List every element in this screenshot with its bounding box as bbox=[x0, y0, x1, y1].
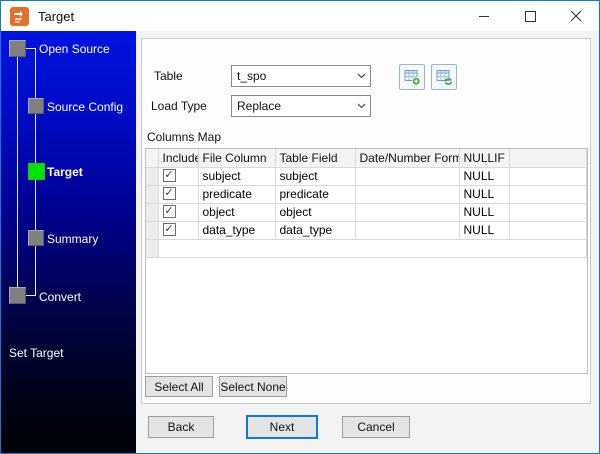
filler-cell bbox=[509, 167, 587, 186]
include-checkbox[interactable]: ✓ bbox=[162, 223, 176, 237]
format-cell[interactable] bbox=[355, 167, 460, 186]
row-selector[interactable] bbox=[146, 185, 159, 204]
file-column-cell[interactable]: subject bbox=[198, 167, 276, 186]
grid-row-data-type: ✓ data_type data_type NULL bbox=[146, 221, 587, 240]
app-icon bbox=[10, 6, 29, 26]
grid-row-new bbox=[146, 239, 587, 258]
close-icon bbox=[570, 10, 581, 21]
close-button[interactable] bbox=[553, 1, 599, 31]
header-include[interactable]: Include bbox=[158, 149, 199, 168]
file-column-cell[interactable]: object bbox=[198, 203, 276, 222]
nullif-cell[interactable]: NULL bbox=[459, 221, 510, 240]
include-checkbox[interactable]: ✓ bbox=[162, 187, 176, 201]
select-all-button[interactable]: Select All bbox=[145, 376, 213, 397]
nullif-cell[interactable]: NULL bbox=[459, 203, 510, 222]
format-cell[interactable] bbox=[355, 221, 460, 240]
step-label-convert: Convert bbox=[39, 290, 82, 304]
grid-header-row: Include File Column Table Field Date/Num… bbox=[146, 149, 587, 168]
refresh-table-button[interactable] bbox=[431, 64, 457, 90]
table-field-cell[interactable]: subject bbox=[275, 167, 356, 186]
minimize-button[interactable] bbox=[461, 1, 507, 31]
nullif-cell[interactable]: NULL bbox=[459, 185, 510, 204]
step-marker-summary bbox=[28, 230, 44, 246]
load-type-select-value: Replace bbox=[237, 99, 282, 113]
empty-area bbox=[158, 239, 587, 258]
wizard-sidebar: Open Source Source Config Target Summary… bbox=[1, 31, 136, 453]
chevron-down-icon bbox=[352, 103, 370, 109]
step-label-source-config: Source Config bbox=[47, 100, 124, 114]
step-marker-source-config bbox=[28, 98, 44, 114]
row-selector[interactable] bbox=[146, 221, 159, 240]
table-field-cell[interactable]: predicate bbox=[275, 185, 356, 204]
cancel-button[interactable]: Cancel bbox=[342, 416, 410, 438]
next-button[interactable]: Next bbox=[246, 415, 318, 439]
new-table-icon bbox=[404, 69, 420, 85]
row-selector-header bbox=[146, 149, 159, 168]
back-button[interactable]: Back bbox=[148, 416, 214, 438]
nullif-cell[interactable]: NULL bbox=[459, 167, 510, 186]
grid-row-subject: ✓ subject subject NULL bbox=[146, 167, 587, 186]
row-selector[interactable] bbox=[146, 167, 159, 186]
refresh-table-icon bbox=[436, 69, 452, 85]
maximize-button[interactable] bbox=[507, 1, 553, 31]
wizard-connector-top bbox=[26, 48, 36, 49]
row-selector[interactable] bbox=[146, 203, 159, 222]
row-selector[interactable] bbox=[146, 239, 159, 258]
header-nullif[interactable]: NULLIF bbox=[459, 149, 510, 168]
title-bar: Target bbox=[1, 1, 599, 31]
new-table-button[interactable] bbox=[399, 64, 425, 90]
step-label-open-source: Open Source bbox=[39, 42, 110, 56]
table-select[interactable]: t_spo bbox=[231, 65, 371, 87]
grid-row-object: ✓ object object NULL bbox=[146, 203, 587, 222]
filler-cell bbox=[509, 221, 587, 240]
file-column-cell[interactable]: predicate bbox=[198, 185, 276, 204]
header-table-field[interactable]: Table Field bbox=[275, 149, 356, 168]
include-checkbox[interactable]: ✓ bbox=[162, 205, 176, 219]
table-select-value: t_spo bbox=[237, 69, 267, 83]
minimize-icon bbox=[478, 15, 489, 17]
main-content: Table t_spo Load Type Replace Columns Ma… bbox=[136, 31, 599, 453]
dialog-window: Target Open Source Source Config Target bbox=[0, 0, 600, 454]
filler-cell bbox=[509, 185, 587, 204]
target-groupbox: Table t_spo Load Type Replace Columns Ma… bbox=[141, 38, 591, 404]
columns-map-grid: Include File Column Table Field Date/Num… bbox=[145, 148, 588, 374]
select-none-button[interactable]: Select None bbox=[219, 376, 287, 397]
format-cell[interactable] bbox=[355, 185, 460, 204]
wizard-connector-bottom bbox=[26, 295, 36, 296]
header-format[interactable]: Date/Number Format bbox=[355, 149, 460, 168]
include-checkbox[interactable]: ✓ bbox=[162, 169, 176, 183]
header-filler bbox=[509, 149, 587, 168]
step-marker-target bbox=[28, 163, 45, 180]
window-title: Target bbox=[38, 8, 75, 24]
maximize-icon bbox=[524, 10, 536, 22]
load-type-select[interactable]: Replace bbox=[231, 95, 371, 117]
file-column-cell[interactable]: data_type bbox=[198, 221, 276, 240]
filler-cell bbox=[509, 203, 587, 222]
grid-row-predicate: ✓ predicate predicate NULL bbox=[146, 185, 587, 204]
step-marker-convert bbox=[9, 287, 26, 304]
include-cell: ✓ bbox=[158, 203, 199, 222]
columns-map-label: Columns Map bbox=[147, 130, 222, 144]
chevron-down-icon bbox=[352, 73, 370, 79]
sidebar-status-text: Set Target bbox=[9, 346, 64, 360]
table-field-cell[interactable]: data_type bbox=[275, 221, 356, 240]
include-cell: ✓ bbox=[158, 167, 199, 186]
step-marker-open-source bbox=[9, 40, 26, 57]
include-cell: ✓ bbox=[158, 185, 199, 204]
include-cell: ✓ bbox=[158, 221, 199, 240]
table-field-cell[interactable]: object bbox=[275, 203, 356, 222]
format-cell[interactable] bbox=[355, 203, 460, 222]
load-type-label: Load Type bbox=[151, 99, 207, 113]
step-label-target: Target bbox=[47, 165, 83, 179]
wizard-connector-left bbox=[17, 57, 18, 288]
step-label-summary: Summary bbox=[47, 232, 99, 246]
header-file-column[interactable]: File Column bbox=[198, 149, 276, 168]
table-label: Table bbox=[154, 69, 183, 83]
